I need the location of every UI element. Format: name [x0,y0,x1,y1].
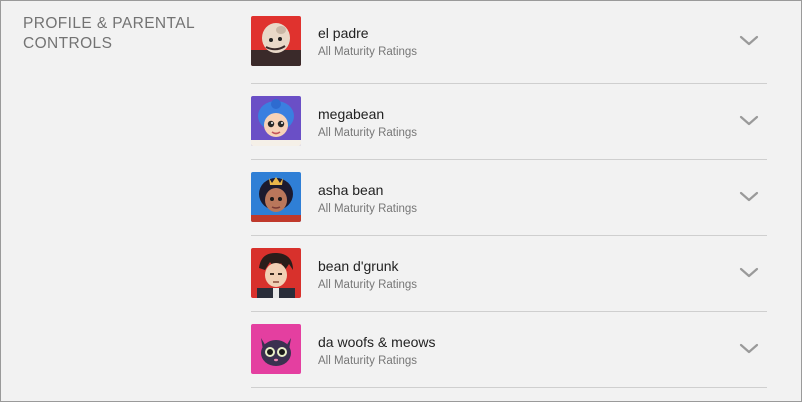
profile-row-el-padre[interactable]: el padre All Maturity Ratings [251,1,767,84]
black-cat-avatar[interactable] [251,324,301,374]
profile-row-megabean[interactable]: megabean All Maturity Ratings [251,84,767,160]
profile-maturity-rating: All Maturity Ratings [318,279,418,291]
profile-maturity-rating: All Maturity Ratings [318,127,418,139]
profile-list: el padre All Maturity Ratings megabean A… [251,1,767,388]
profile-name: el padre [318,25,369,41]
chevron-down-icon[interactable] [739,111,759,131]
section-title: PROFILE & PARENTAL CONTROLS [23,15,195,52]
profile-row-asha-bean[interactable]: asha bean All Maturity Ratings [251,160,767,236]
profile-name: megabean [318,106,385,122]
profile-maturity-rating: All Maturity Ratings [318,203,418,215]
profile-maturity-rating: All Maturity Ratings [318,46,418,58]
chevron-down-icon[interactable] [739,187,759,207]
chevron-down-icon[interactable] [739,339,759,359]
anime-boy-avatar[interactable] [251,248,301,298]
profile-name: bean d'grunk [318,258,399,274]
profile-name: da woofs & meows [318,334,436,350]
profile-maturity-rating: All Maturity Ratings [318,355,418,367]
chevron-down-icon[interactable] [739,263,759,283]
profile-row-bean-dgrunk[interactable]: bean d'grunk All Maturity Ratings [251,236,767,312]
profile-name: asha bean [318,182,384,198]
profile-row-da-woofs-meows[interactable]: da woofs & meows All Maturity Ratings [251,312,767,388]
blue-haired-girl-avatar[interactable] [251,96,301,146]
bald-character-avatar[interactable] [251,16,301,66]
princess-avatar[interactable] [251,172,301,222]
chevron-down-icon[interactable] [739,31,759,51]
